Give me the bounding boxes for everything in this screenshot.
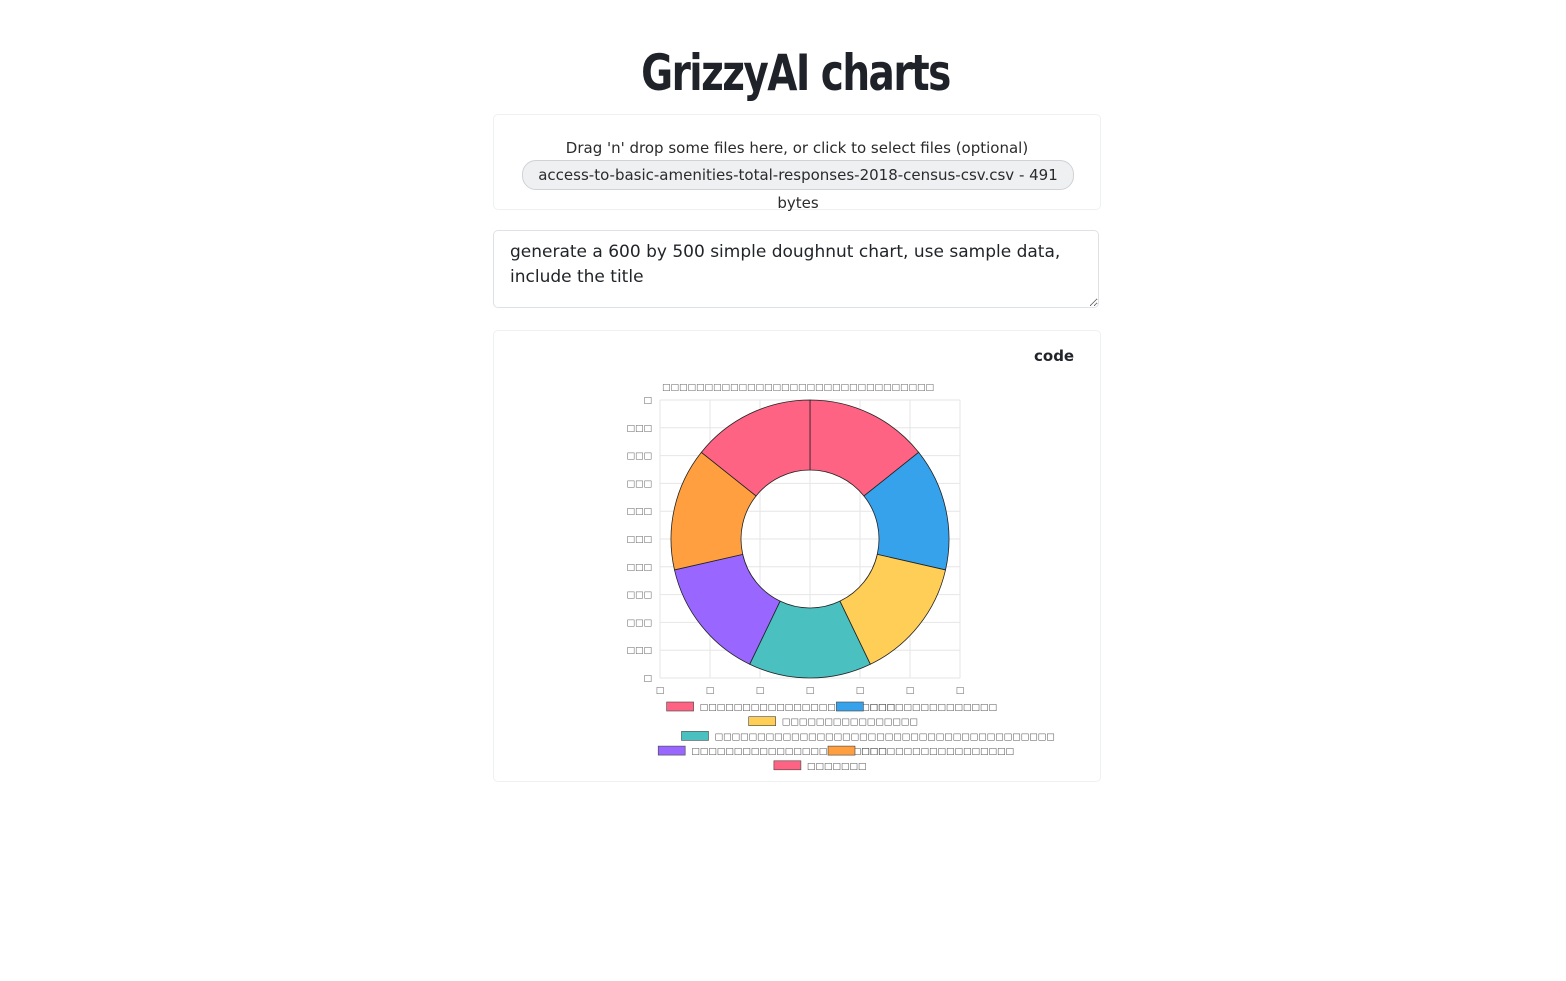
legend-label: □□□□□□□□□□□□□□□□□□□□□□□□□□□□□□□□□□□□□□□□ <box>715 732 1055 742</box>
legend-swatch <box>681 731 709 741</box>
x-tick-label: □ <box>806 686 815 696</box>
legend-label: □□□□□□□□□□□□□□□ <box>869 703 997 713</box>
legend-label: □□□□□□□□□□□□□□□□□□ <box>861 747 1014 757</box>
dropzone-instructions: Drag 'n' drop some files here, or click … <box>565 139 1029 157</box>
legend-swatch <box>773 760 802 771</box>
x-tick-label: □ <box>956 686 965 696</box>
y-tick-label: □□□ <box>626 591 652 601</box>
y-tick-label: □ <box>643 396 652 406</box>
y-tick-label: □□□ <box>626 618 652 628</box>
y-tick-label: □□□ <box>626 424 652 434</box>
legend-swatch <box>748 716 776 727</box>
y-tick-label: □ <box>643 674 652 684</box>
y-tick-label: □□□ <box>626 452 652 462</box>
x-tick-label: □ <box>706 686 715 696</box>
prompt-input[interactable] <box>493 230 1099 308</box>
x-tick-label: □ <box>906 686 915 696</box>
legend-swatch <box>666 701 694 712</box>
y-tick-label: □□□ <box>626 535 652 545</box>
chart-title: □□□□□□□□□□□□□□□□□□□□□□□□□□□□□□□□ <box>662 383 934 393</box>
uploaded-file-chip: access-to-basic-amenities-total-response… <box>522 160 1074 212</box>
x-tick-label: □ <box>656 686 665 696</box>
legend-swatch <box>836 701 864 712</box>
legend-label: □□□□□□□ <box>807 762 867 772</box>
doughnut-chart: □□□□□□□□□□□□□□□□□□□□□□□□□□□□□□ □ □ □ □ □ □□□□□… <box>626 383 1055 772</box>
x-tick-label: □ <box>856 686 865 696</box>
legend-label: □□□□□□□□□□□□□□□□□□□□□□□ <box>691 747 887 757</box>
legend-label: □□□□□□□□□□□□□□□□ <box>782 718 918 728</box>
page-title: GrizzyAI charts <box>641 44 951 102</box>
file-dropzone[interactable]: Drag 'n' drop some files here, or click … <box>493 114 1101 212</box>
y-tick-label: □□□ <box>626 646 652 656</box>
y-tick-label: □□□ <box>626 507 652 517</box>
y-tick-label: □□□ <box>626 563 652 573</box>
y-tick-label: □□□ <box>626 479 652 489</box>
x-tick-label: □ <box>756 686 765 696</box>
chart-result-card: code □ □□□ □□□ □□□ □□□ □□□ □□□ □□□ □□□ □□□ □ □ □ □ □ □ □… <box>493 330 1101 782</box>
legend-label: □□□□□□□□□□□□□□□□□□□□□□□ <box>700 703 896 713</box>
legend-swatch <box>827 745 856 756</box>
legend-swatch <box>657 745 686 756</box>
